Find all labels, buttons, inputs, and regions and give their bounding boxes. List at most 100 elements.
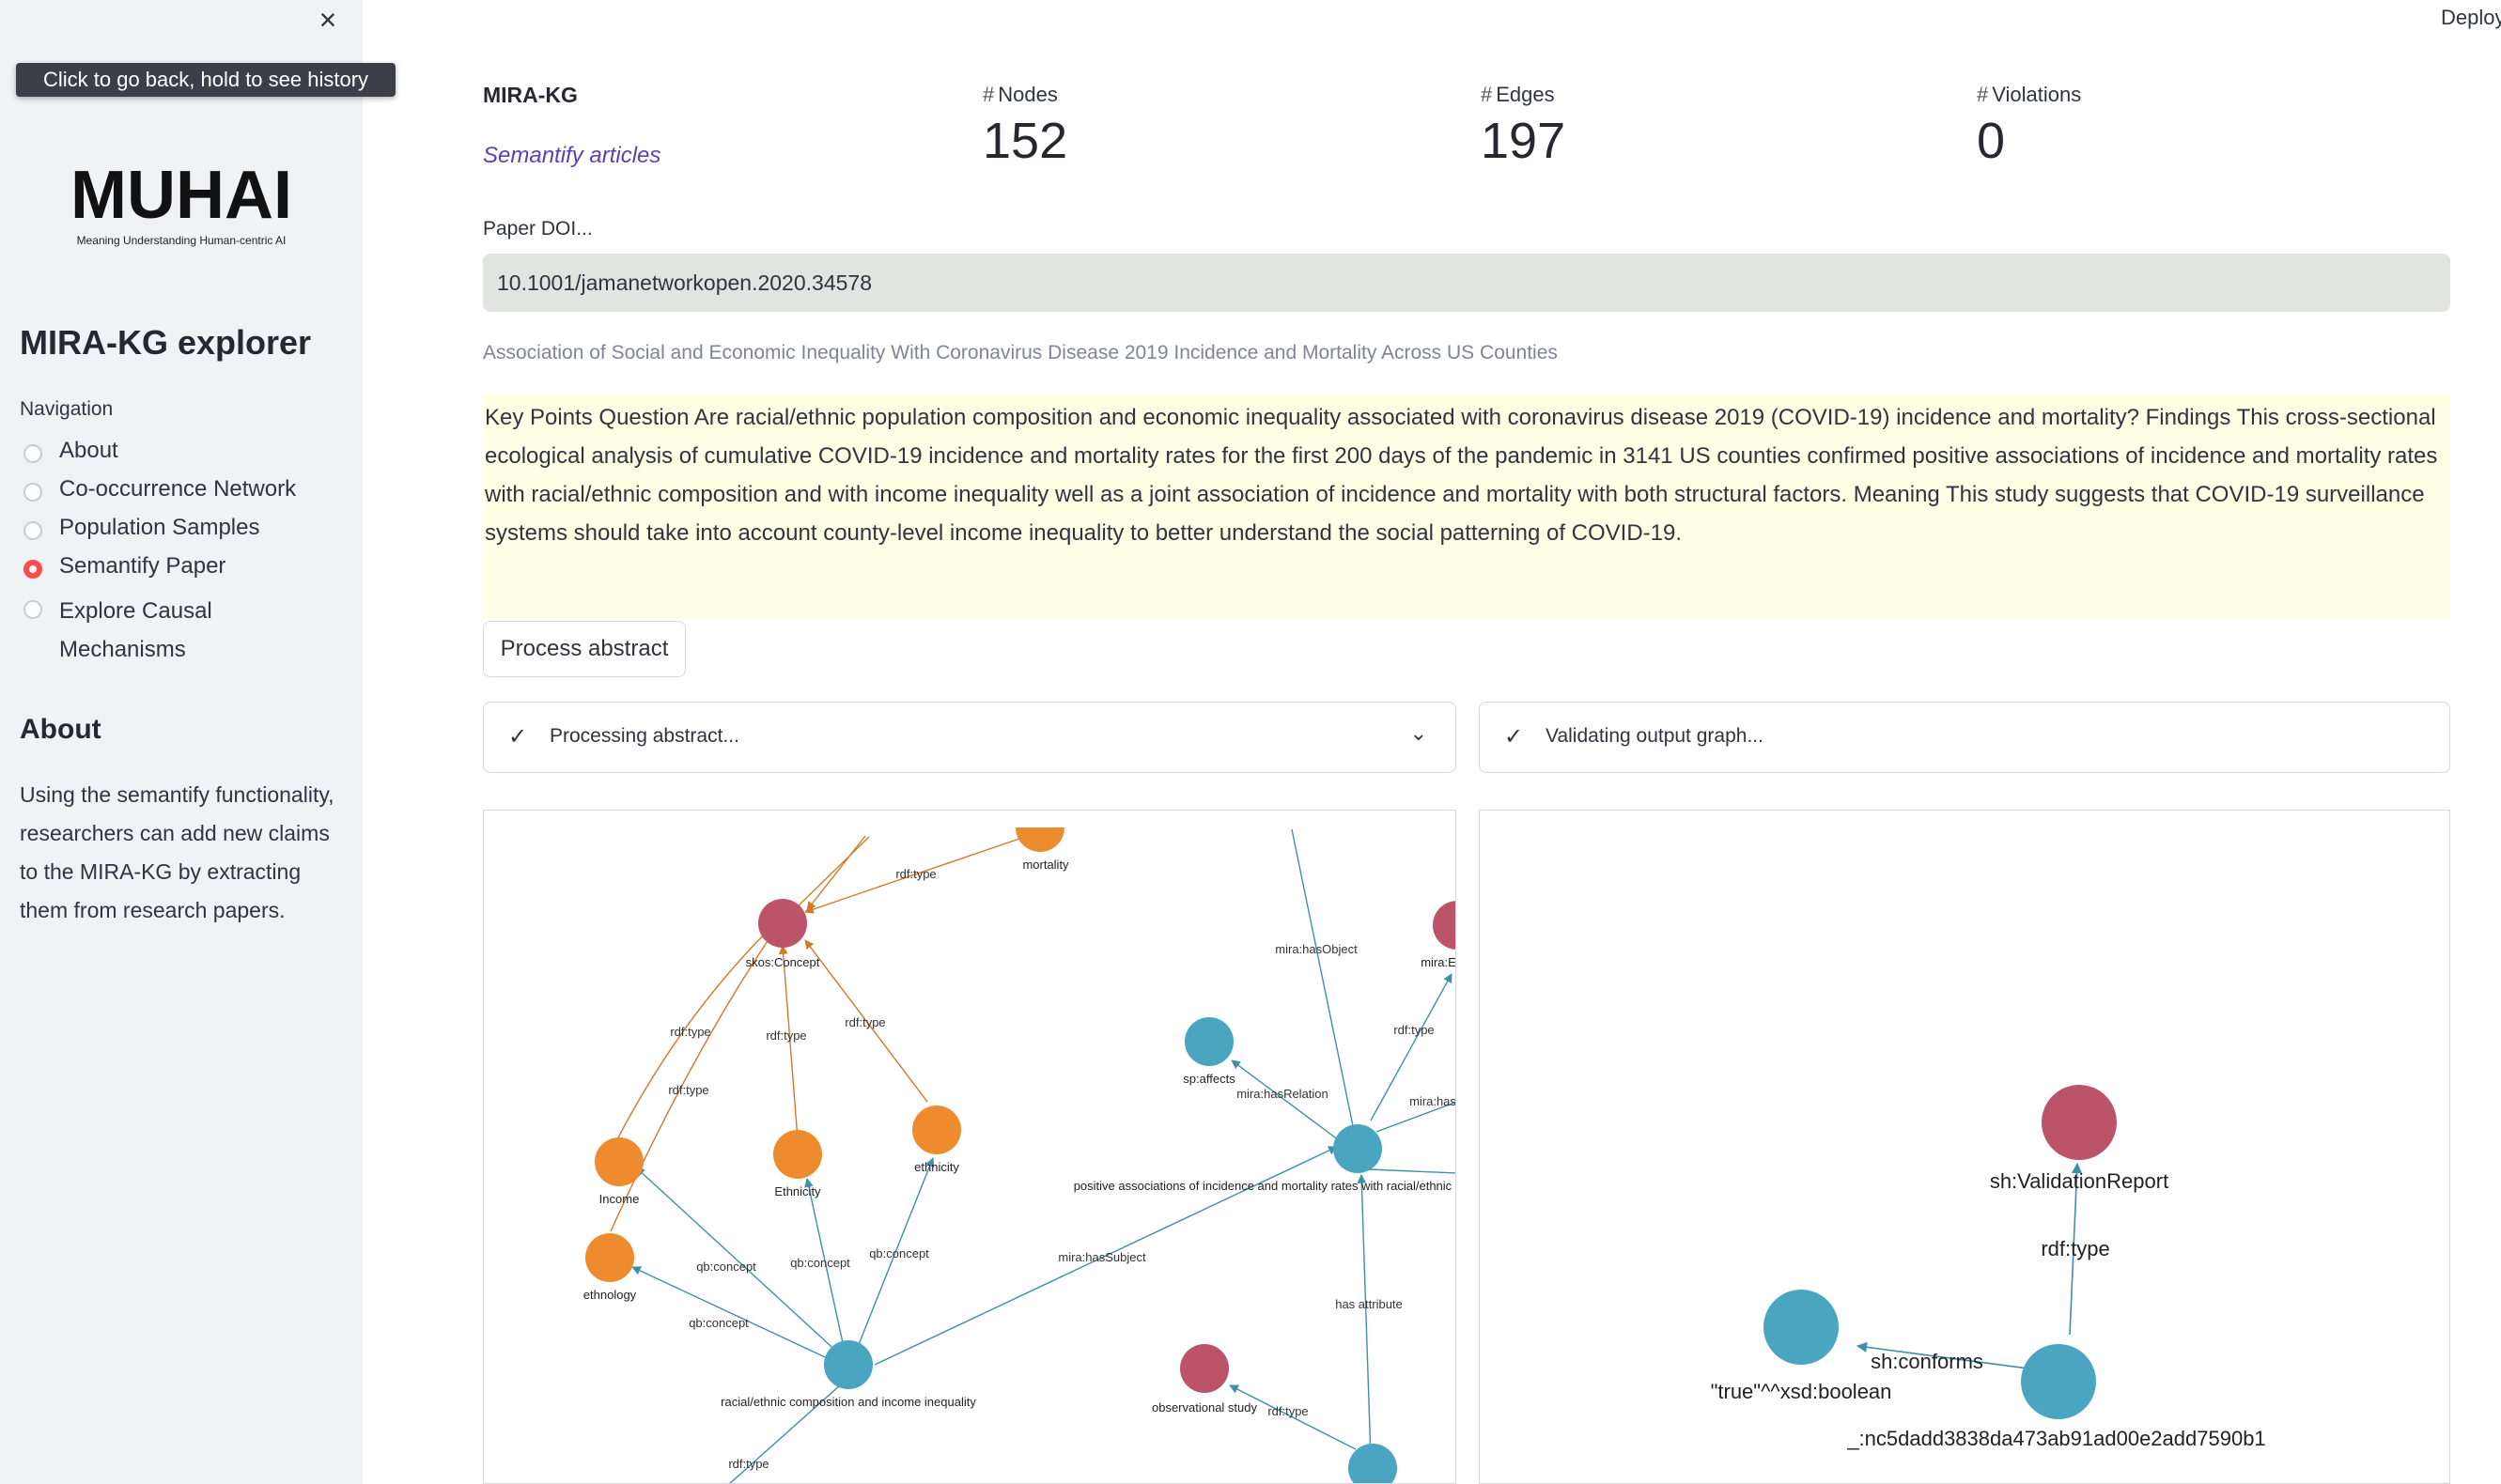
- radio-icon: [23, 600, 42, 619]
- node-label: mortality: [1022, 858, 1069, 872]
- sidebar: × MUHAI Meaning Understanding Human-cent…: [0, 0, 363, 1484]
- edge-label: rdf:type: [845, 1015, 885, 1029]
- node-subject: [824, 1340, 873, 1389]
- edge: [610, 932, 774, 1232]
- processing-status-expander[interactable]: ✓ Processing abstract... ⌄: [483, 702, 1456, 773]
- metric-nodes: # Nodes 152: [983, 83, 1068, 169]
- node-validation-report: [2042, 1085, 2117, 1160]
- logo-subtitle: Meaning Understanding Human-centric AI: [77, 234, 287, 247]
- metric-edges-value: 197: [1481, 113, 1566, 169]
- node-label: _:nc5dadd3838da473ab91ad00e2add7590b1: [1846, 1427, 2265, 1450]
- edge-label: mira:has: [1409, 1094, 1456, 1108]
- edge-label: mira:hasObject: [1275, 942, 1358, 956]
- node-bottom: [1348, 1444, 1397, 1483]
- hash-icon: #: [983, 83, 995, 106]
- node-label: Income: [599, 1192, 640, 1206]
- edge: [631, 1266, 838, 1364]
- check-icon: ✓: [1504, 724, 1524, 750]
- node-ethnicity: [912, 1105, 961, 1154]
- node-label: racial/ethnic composition and income ine…: [721, 1395, 976, 1409]
- hash-icon: #: [1481, 83, 1493, 106]
- node-label: sh:ValidationReport: [1990, 1169, 2168, 1193]
- nav-label: Navigation: [20, 398, 114, 420]
- nav-item-co-occurrence-network[interactable]: Co-occurrence Network: [20, 476, 339, 515]
- edge-label: qb:concept: [696, 1260, 756, 1274]
- node-label: ethnology: [583, 1288, 637, 1302]
- metric-edges: # Edges 197: [1481, 83, 1566, 169]
- edge-label: rdf:type: [2041, 1237, 2109, 1260]
- edge: [806, 835, 866, 911]
- abstract-text: Key Points Question Are racial/ethnic po…: [483, 394, 2450, 618]
- node-claim: [1333, 1124, 1382, 1173]
- node-skos-concept: [758, 899, 807, 948]
- edge-label: mira:hasSubject: [1058, 1250, 1146, 1264]
- edge-label: qb:concept: [869, 1246, 929, 1260]
- node-income: [595, 1137, 644, 1186]
- process-abstract-button[interactable]: Process abstract: [483, 621, 686, 677]
- about-text: Using the semantify functionality, resea…: [20, 782, 334, 922]
- edge: [1357, 1174, 1372, 1460]
- nav-item-population-samples[interactable]: Population Samples: [20, 515, 339, 553]
- node-label: mira:E: [1421, 955, 1456, 969]
- node-label: skos:Concept: [746, 955, 820, 969]
- knowledge-graph[interactable]: rdf:type rdf:type rdf:type rdf:type rdf:…: [484, 811, 1456, 1484]
- edge: [1231, 1059, 1344, 1144]
- knowledge-graph-panel[interactable]: rdf:type rdf:type rdf:type rdf:type rdf:…: [483, 810, 1456, 1484]
- metric-violations: # Violations 0: [1977, 83, 2082, 169]
- deploy-button[interactable]: Deploy: [2441, 6, 2501, 30]
- edge-label: rdf:type: [895, 867, 936, 881]
- node-label: sp:affects: [1183, 1072, 1235, 1086]
- node-label: ethnicity: [914, 1160, 959, 1174]
- node-label: "true"^^xsd:boolean: [1711, 1380, 1892, 1403]
- radio-icon: [23, 444, 42, 463]
- chevron-down-icon: ⌄: [1409, 721, 1427, 745]
- edge: [1291, 828, 1359, 1150]
- validation-graph[interactable]: sh:ValidationReport rdf:type sh:conforms…: [1480, 811, 2450, 1484]
- radio-icon: [23, 521, 42, 540]
- node-affects: [1185, 1017, 1234, 1066]
- back-tooltip: Click to go back, hold to see history: [16, 63, 396, 97]
- edge: [797, 836, 870, 907]
- semantify-articles-link[interactable]: Semantify articles: [483, 143, 660, 169]
- node-observational-study: [1180, 1344, 1229, 1393]
- nav-radio-group: About Co-occurrence Network Population S…: [20, 438, 339, 669]
- paper-title: Association of Social and Economic Inequ…: [483, 342, 1558, 363]
- close-sidebar-icon[interactable]: ×: [314, 5, 342, 35]
- node-label: positive associations of incidence and m…: [1074, 1179, 1456, 1193]
- app-title: MIRA-KG explorer: [20, 323, 312, 362]
- logo-text: MUHAI: [70, 162, 292, 233]
- doi-input[interactable]: 10.1001/jamanetworkopen.2020.34578: [483, 254, 2450, 312]
- edge-label: mira:hasRelation: [1236, 1087, 1328, 1101]
- edge-label: rdf:type: [670, 1025, 710, 1039]
- muhai-logo: MUHAI Meaning Understanding Human-centri…: [70, 162, 292, 247]
- edge-label: sh:conforms: [1871, 1350, 1983, 1373]
- node-ethnology: [585, 1233, 634, 1282]
- edge-label: rdf:type: [1267, 1404, 1308, 1418]
- edge-label: rdf:type: [728, 1457, 769, 1471]
- node-mortality: [1016, 827, 1064, 852]
- radio-icon: [23, 483, 42, 502]
- node-ethnicity-cap: [773, 1130, 822, 1179]
- node-true-boolean: [1763, 1290, 1839, 1365]
- edge-label: rdf:type: [766, 1028, 806, 1043]
- brand-label: MIRA-KG: [483, 83, 578, 107]
- validating-status: ✓ Validating output graph...: [1479, 702, 2450, 773]
- edge-label: qb:concept: [790, 1256, 850, 1270]
- node-label: Ethnicity: [774, 1184, 821, 1198]
- metric-violations-value: 0: [1977, 113, 2006, 169]
- edge-label: rdf:type: [1393, 1023, 1434, 1037]
- doi-label: Paper DOI...: [483, 218, 593, 240]
- hash-icon: #: [1977, 83, 1989, 106]
- nav-item-about[interactable]: About: [20, 438, 339, 476]
- nav-item-explore-causal-mechanisms[interactable]: Explore Causal Mechanisms: [20, 592, 339, 669]
- edge-label: qb:concept: [689, 1316, 749, 1330]
- check-icon: ✓: [508, 724, 528, 750]
- validation-graph-panel[interactable]: sh:ValidationReport rdf:type sh:conforms…: [1479, 810, 2450, 1484]
- radio-selected-icon: [23, 560, 42, 579]
- edge-label: has attribute: [1335, 1297, 1403, 1311]
- node-mira-cut: [1433, 901, 1455, 950]
- nav-item-semantify-paper[interactable]: Semantify Paper: [20, 553, 339, 592]
- edge: [1368, 1168, 1455, 1174]
- node-blank-node: [2021, 1344, 2096, 1419]
- metric-nodes-value: 152: [983, 113, 1068, 169]
